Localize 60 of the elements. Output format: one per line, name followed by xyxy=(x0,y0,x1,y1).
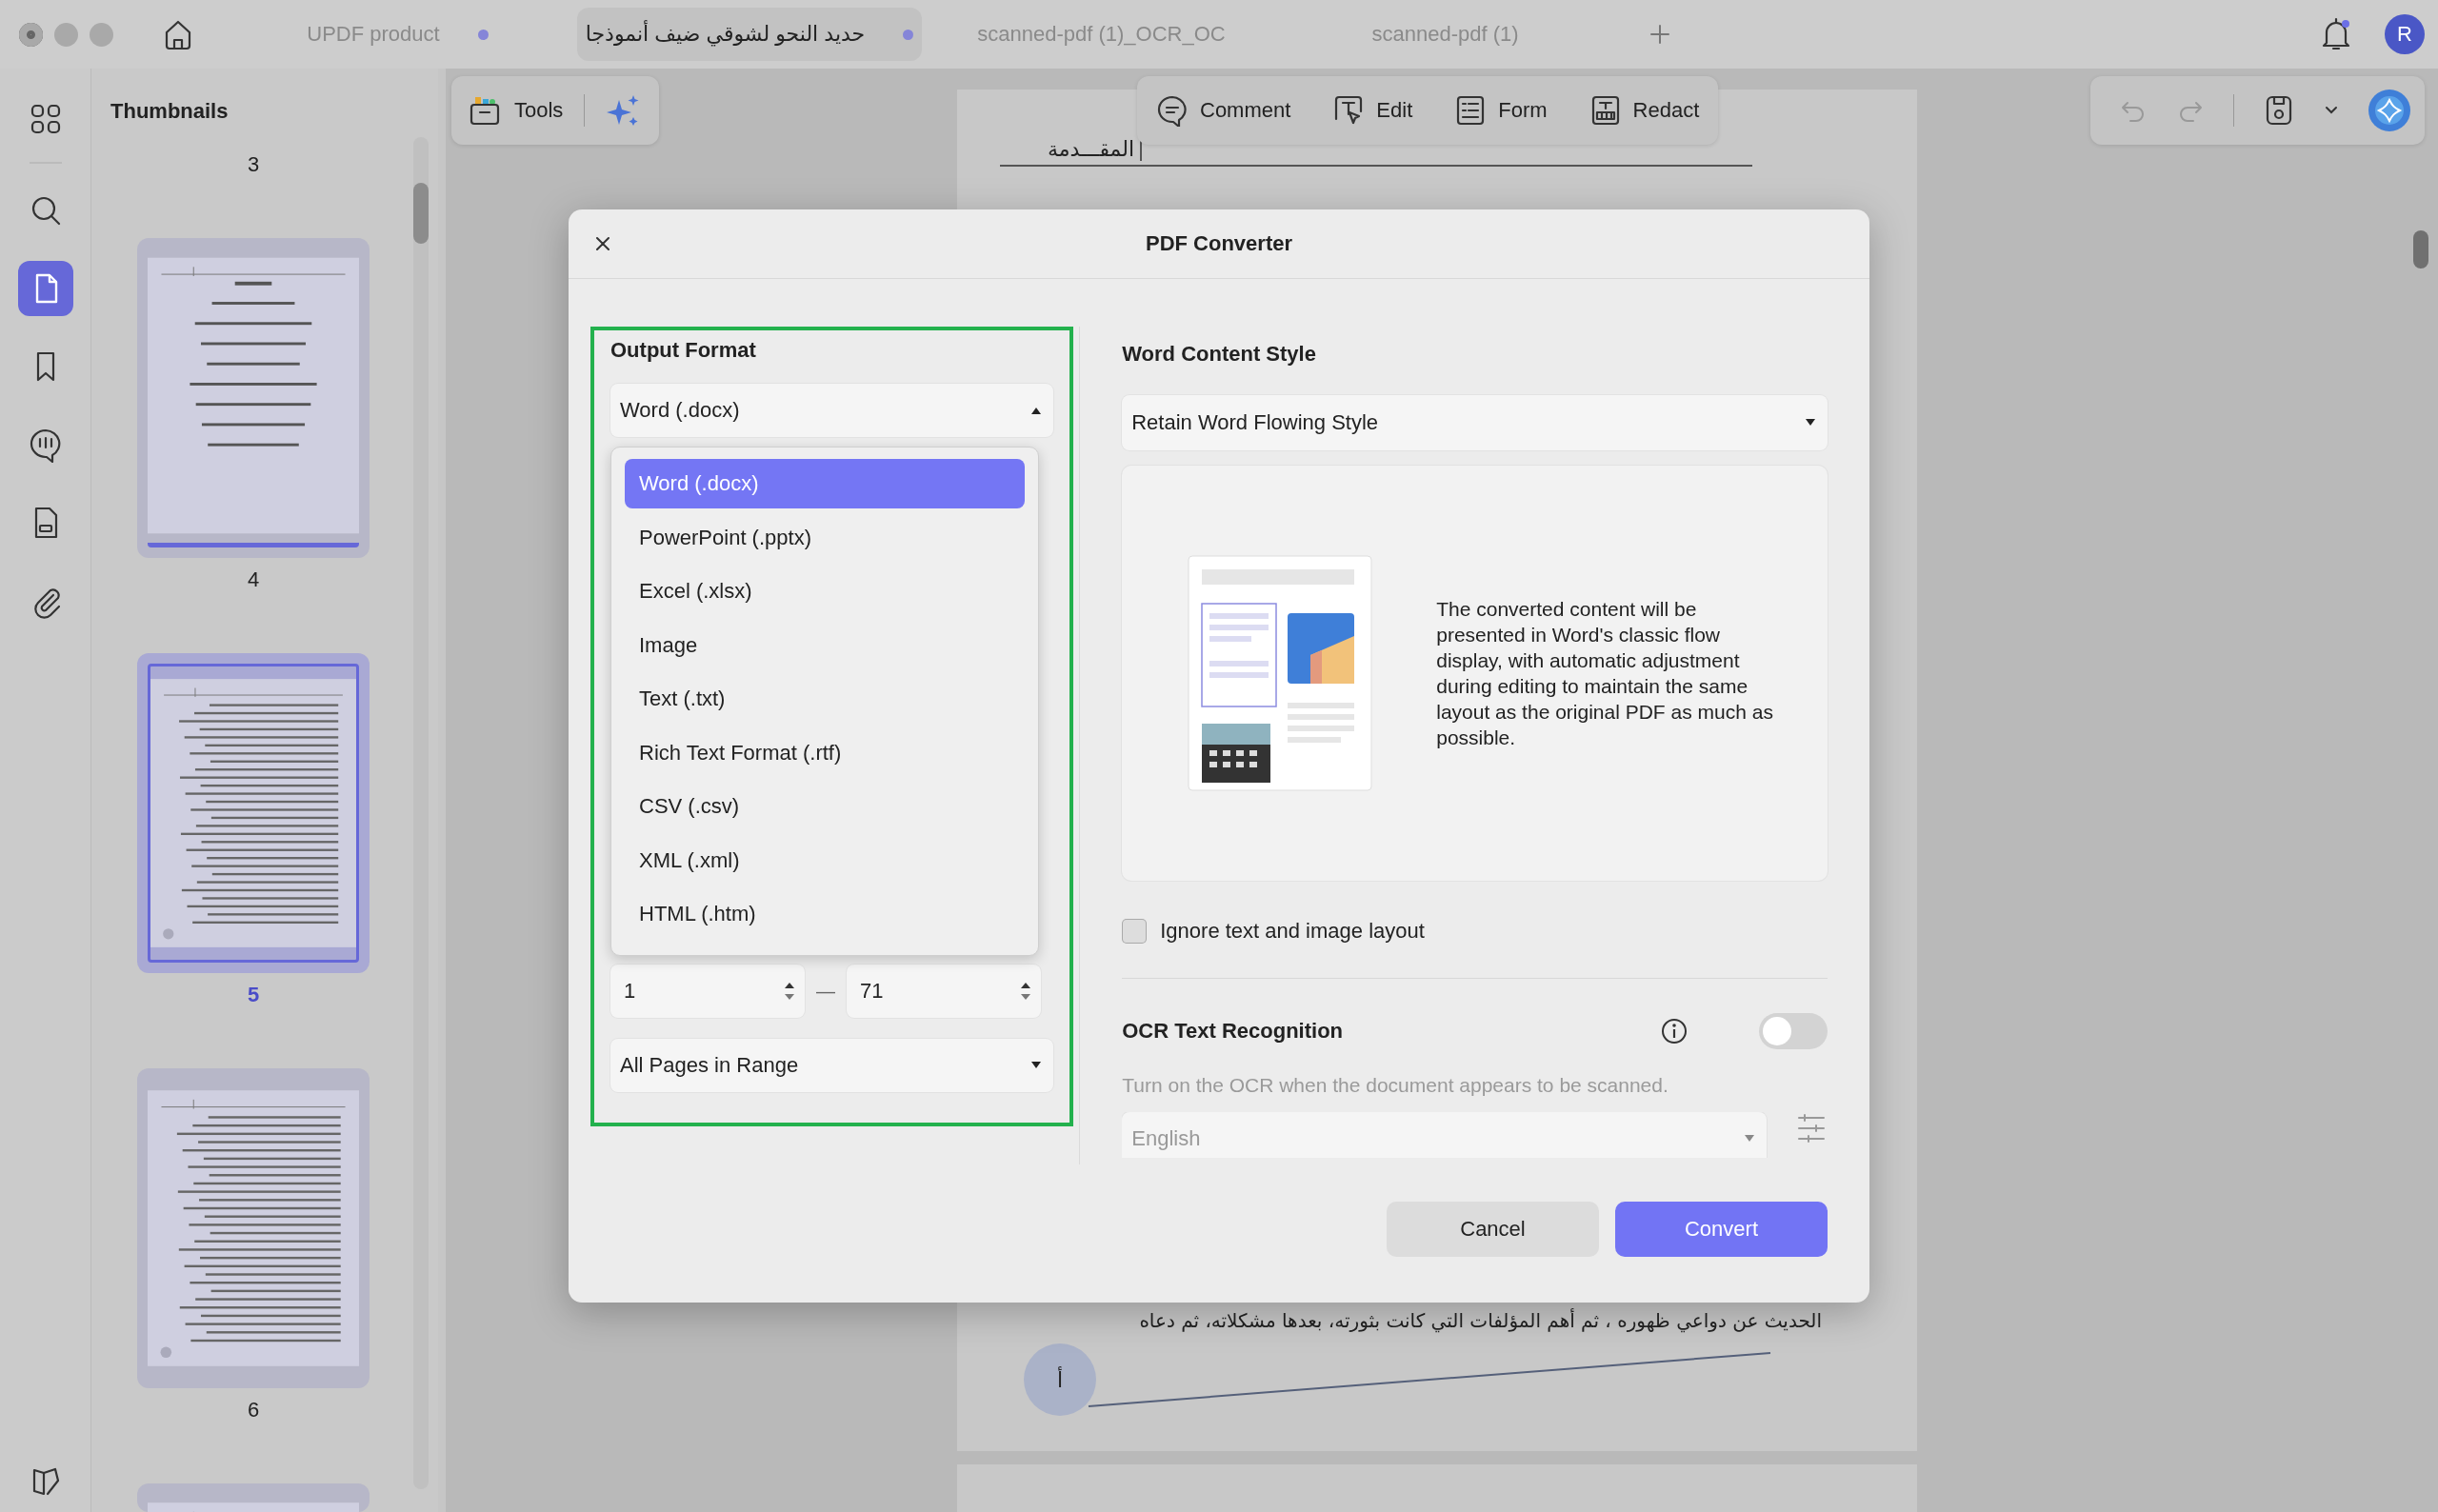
dialog-title: PDF Converter xyxy=(1145,231,1292,256)
menu-item[interactable]: Word (.docx) xyxy=(625,459,1025,508)
checkbox-label: Ignore text and image layout xyxy=(1160,919,1425,944)
page-number-field[interactable]: 1 xyxy=(610,965,805,1018)
format-dropdown[interactable]: Word (.docx) xyxy=(610,384,1054,437)
page-thumbnail[interactable] xyxy=(137,653,370,973)
unsaved-dot xyxy=(903,29,914,40)
page-number: 6 xyxy=(247,1398,260,1422)
document-tab[interactable]: حديد النحو لشوقي ضيف أنموذجا xyxy=(577,8,922,61)
menu-item[interactable]: XML (.xml) xyxy=(625,835,1025,885)
cancel-button[interactable]: Cancel xyxy=(1387,1202,1599,1257)
bell-icon[interactable] xyxy=(2320,16,2352,52)
form-mode-button[interactable]: Form xyxy=(1454,94,1548,127)
sliders-icon[interactable] xyxy=(1795,1112,1828,1144)
page-subset-dropdown[interactable]: All Pages in Range xyxy=(610,1039,1054,1092)
unsaved-dot xyxy=(477,29,489,40)
page-number: 5 xyxy=(247,983,260,1007)
comment-mode-button[interactable]: Comment xyxy=(1156,94,1291,127)
page-thumbnail[interactable] xyxy=(137,238,370,558)
avatar[interactable]: R xyxy=(2385,14,2425,54)
panel-title: Thumbnails xyxy=(110,98,230,124)
page-thumbnail[interactable] xyxy=(137,1483,370,1512)
scrollbar[interactable] xyxy=(2413,230,2428,269)
chat-bubble-icon xyxy=(1156,94,1189,127)
menu-item[interactable]: PowerPoint (.pptx) xyxy=(625,512,1025,563)
section-label: OCR Text Recognition xyxy=(1122,1019,1345,1044)
convert-button[interactable]: Convert xyxy=(1615,1202,1828,1257)
edit-mode-button[interactable]: Edit xyxy=(1332,94,1413,127)
toolbox-icon xyxy=(469,94,501,127)
menu-item[interactable]: Image xyxy=(625,620,1025,670)
page-number: 4 xyxy=(247,567,260,592)
page-marker: أ xyxy=(1024,1343,1096,1416)
close-icon[interactable] xyxy=(593,234,612,253)
caret-down-icon xyxy=(1805,418,1816,428)
section-label: Word Content Style xyxy=(1122,342,1317,367)
menu-item[interactable]: HTML (.htm) xyxy=(625,889,1025,939)
page-thumbnail[interactable] xyxy=(137,1068,370,1388)
menu-item[interactable]: Rich Text Format (.rtf) xyxy=(625,727,1025,778)
hint-text: Turn on the OCR when the document appears to be scanned. xyxy=(1122,1074,1669,1097)
close-window-button[interactable] xyxy=(19,22,43,47)
info-icon[interactable] xyxy=(1660,1017,1689,1045)
style-dropdown[interactable]: Retain Word Flowing Style xyxy=(1122,395,1828,450)
sidebar-tab[interactable] xyxy=(17,261,73,316)
caret-down-icon xyxy=(1744,1134,1755,1144)
page-number: 3 xyxy=(247,152,260,177)
page-number-field[interactable]: 71 xyxy=(847,965,1041,1018)
menu-item[interactable]: Excel (.xlsx) xyxy=(625,567,1025,616)
plus-icon[interactable] xyxy=(1648,22,1672,47)
ai-assistant-icon[interactable] xyxy=(2368,89,2411,132)
range-separator: — xyxy=(816,980,835,1003)
section-label: Output Format xyxy=(610,338,757,363)
scrollbar[interactable] xyxy=(413,137,429,1489)
description-text: The converted content will be presented in Word's classic flow display, with automatic adjustment during editing to maintain the same layout as the original PDF as much as possible. xyxy=(1436,597,1774,750)
menu-item[interactable]: CSV (.csv) xyxy=(625,782,1025,831)
checkbox[interactable] xyxy=(1122,919,1148,944)
caret-up-icon xyxy=(1030,406,1043,415)
redact-mode-button[interactable]: Redact xyxy=(1589,94,1700,127)
body-text: الحديث عن دواعي ظهوره ، ثم أهم المؤلفات التي كانت بثورته، بعدها مشكلاته، ثم دعاه xyxy=(1138,1309,1822,1332)
menu-item[interactable]: Text (.txt) xyxy=(625,674,1025,724)
caret-down-icon xyxy=(1030,1061,1043,1070)
